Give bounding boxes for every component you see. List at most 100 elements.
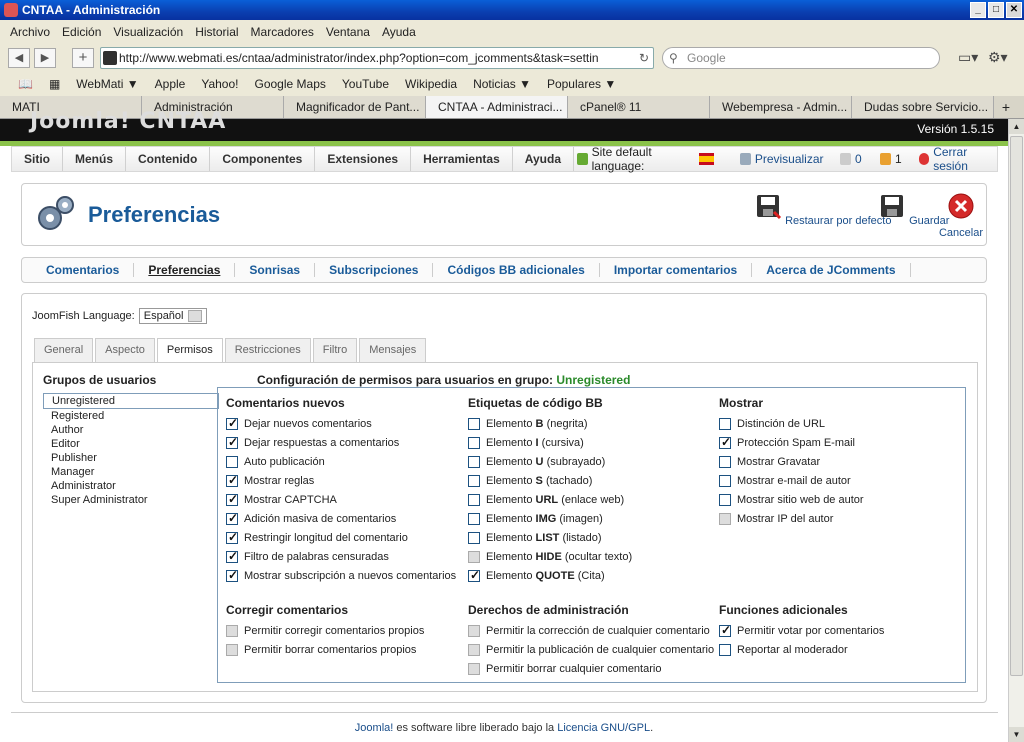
bookmark-noticias[interactable]: Noticias ▼ bbox=[465, 77, 539, 91]
tab-filtro[interactable]: Filtro bbox=[312, 338, 358, 362]
checkbox[interactable] bbox=[468, 493, 480, 506]
gear-icon[interactable]: ⚙▾ bbox=[988, 49, 1008, 66]
subtab-preferencias[interactable]: Preferencias bbox=[134, 263, 236, 277]
checkbox[interactable] bbox=[468, 512, 480, 525]
group-item[interactable]: Publisher bbox=[43, 451, 219, 465]
back-icon[interactable]: ◀ bbox=[8, 48, 30, 68]
menu-extensiones[interactable]: Extensiones bbox=[315, 147, 412, 171]
menu-admin-ayuda[interactable]: Ayuda bbox=[513, 147, 575, 171]
add-tab-icon[interactable]: + bbox=[72, 48, 94, 68]
group-item[interactable]: Author bbox=[43, 423, 219, 437]
bookmark-wikipedia[interactable]: Wikipedia bbox=[397, 77, 465, 91]
checkbox[interactable] bbox=[226, 530, 238, 544]
tab-aspecto[interactable]: Aspecto bbox=[95, 338, 155, 362]
menu-ventana[interactable]: Ventana bbox=[320, 25, 376, 39]
checkbox[interactable] bbox=[468, 568, 480, 582]
subtab-acerca[interactable]: Acerca de JComments bbox=[752, 263, 911, 277]
bookmark-youtube[interactable]: YouTube bbox=[334, 77, 397, 91]
checkbox[interactable] bbox=[226, 473, 238, 487]
logout-icon[interactable] bbox=[918, 153, 930, 165]
subtab-sonrisas[interactable]: Sonrisas bbox=[235, 263, 316, 277]
menu-visualizacion[interactable]: Visualización bbox=[107, 25, 189, 39]
bookmarks-book-icon[interactable]: 📖 bbox=[10, 77, 41, 91]
minimize-button[interactable]: _ bbox=[970, 2, 986, 18]
address-bar[interactable]: http://www.webmati.es/cntaa/administrato… bbox=[100, 47, 654, 69]
checkbox[interactable] bbox=[719, 417, 731, 430]
menu-marcadores[interactable]: Marcadores bbox=[245, 25, 320, 39]
group-item[interactable]: Super Administrator bbox=[43, 493, 219, 507]
checkbox[interactable] bbox=[719, 474, 731, 487]
page-menu-icon[interactable]: ▭▾ bbox=[958, 49, 978, 66]
joomfish-language-select[interactable]: Español bbox=[138, 308, 207, 324]
checkbox[interactable] bbox=[468, 417, 480, 430]
reload-icon[interactable]: ↻ bbox=[639, 48, 649, 68]
tab-mensajes[interactable]: Mensajes bbox=[359, 338, 427, 362]
footer-joomla-link[interactable]: Joomla! bbox=[355, 722, 394, 734]
logout-link[interactable]: Cerrar sesión bbox=[933, 145, 997, 173]
checkbox[interactable] bbox=[468, 436, 480, 449]
scroll-up-icon[interactable]: ▲ bbox=[1009, 119, 1024, 134]
new-tab-icon[interactable]: + bbox=[994, 96, 1018, 118]
checkbox[interactable] bbox=[226, 568, 238, 582]
group-item[interactable]: Editor bbox=[43, 437, 219, 451]
forward-icon[interactable]: ▶ bbox=[34, 48, 56, 68]
checkbox[interactable] bbox=[468, 455, 480, 468]
preview-link[interactable]: Previsualizar bbox=[755, 152, 824, 166]
bookmark-populares[interactable]: Populares ▼ bbox=[539, 77, 624, 91]
checkbox[interactable] bbox=[468, 531, 480, 544]
cancel-button[interactable]: Cancelar bbox=[936, 192, 986, 239]
close-window-button[interactable]: ✕ bbox=[1006, 2, 1022, 18]
menu-historial[interactable]: Historial bbox=[189, 25, 244, 39]
browser-tab[interactable]: Webempresa - Admin... bbox=[710, 96, 852, 118]
checkbox[interactable] bbox=[719, 435, 731, 449]
restore-defaults-button[interactable]: Restaurar por defecto bbox=[754, 192, 891, 227]
checkbox[interactable] bbox=[226, 492, 238, 506]
subtab-comentarios[interactable]: Comentarios bbox=[32, 263, 135, 277]
footer-license-link[interactable]: Licencia GNU/GPL bbox=[557, 722, 650, 734]
checkbox[interactable] bbox=[226, 435, 238, 449]
bookmark-yahoo[interactable]: Yahoo! bbox=[193, 77, 246, 91]
group-item[interactable]: Registered bbox=[43, 409, 219, 423]
menu-herramientas[interactable]: Herramientas bbox=[411, 147, 513, 171]
bookmark-google-maps[interactable]: Google Maps bbox=[247, 77, 334, 91]
browser-tab[interactable]: Magnificador de Pant... bbox=[284, 96, 426, 118]
menu-sitio[interactable]: Sitio bbox=[12, 147, 63, 171]
menu-contenido[interactable]: Contenido bbox=[126, 147, 211, 171]
browser-tab-active[interactable]: CNTAA - Administraci... bbox=[426, 96, 568, 118]
menu-menus[interactable]: Menús bbox=[63, 147, 127, 171]
menu-ayuda[interactable]: Ayuda bbox=[376, 25, 422, 39]
search-input[interactable]: ⚲ Google bbox=[662, 47, 940, 69]
messages-icon[interactable] bbox=[840, 153, 852, 165]
menu-archivo[interactable]: Archivo bbox=[4, 25, 56, 39]
subtab-codigos-bb[interactable]: Códigos BB adicionales bbox=[433, 263, 600, 277]
messages-count[interactable]: 0 bbox=[855, 152, 862, 166]
spain-flag-icon[interactable] bbox=[698, 153, 715, 165]
checkbox[interactable] bbox=[719, 455, 731, 468]
tab-restricciones[interactable]: Restricciones bbox=[224, 338, 311, 362]
checkbox[interactable] bbox=[226, 455, 238, 468]
checkbox[interactable] bbox=[468, 474, 480, 487]
browser-tab[interactable]: Dudas sobre Servicio... bbox=[852, 96, 994, 118]
checkbox[interactable] bbox=[226, 549, 238, 563]
tab-general[interactable]: General bbox=[34, 338, 94, 362]
checkbox[interactable] bbox=[226, 416, 238, 430]
top-sites-grid-icon[interactable]: ▦ bbox=[41, 77, 68, 91]
subtab-subscripciones[interactable]: Subscripciones bbox=[315, 263, 434, 277]
maximize-button[interactable]: □ bbox=[988, 2, 1004, 18]
group-item[interactable]: Manager bbox=[43, 465, 219, 479]
checkbox[interactable] bbox=[719, 493, 731, 506]
checkbox[interactable] bbox=[719, 643, 731, 656]
scroll-down-icon[interactable]: ▼ bbox=[1009, 727, 1024, 742]
bookmark-webmati[interactable]: WebMati ▼ bbox=[68, 77, 146, 91]
page-scrollbar[interactable]: ▲ ▼ bbox=[1008, 119, 1024, 742]
tab-permisos[interactable]: Permisos bbox=[156, 338, 223, 363]
browser-tab[interactable]: cPanel® 11 bbox=[568, 96, 710, 118]
menu-componentes[interactable]: Componentes bbox=[210, 147, 316, 171]
checkbox[interactable] bbox=[226, 511, 238, 525]
menu-edicion[interactable]: Edición bbox=[56, 25, 107, 39]
bookmark-apple[interactable]: Apple bbox=[147, 77, 194, 91]
group-item-selected[interactable]: Unregistered bbox=[43, 393, 219, 409]
scroll-thumb[interactable] bbox=[1010, 136, 1023, 676]
subtab-importar[interactable]: Importar comentarios bbox=[600, 263, 753, 277]
group-item[interactable]: Administrator bbox=[43, 479, 219, 493]
